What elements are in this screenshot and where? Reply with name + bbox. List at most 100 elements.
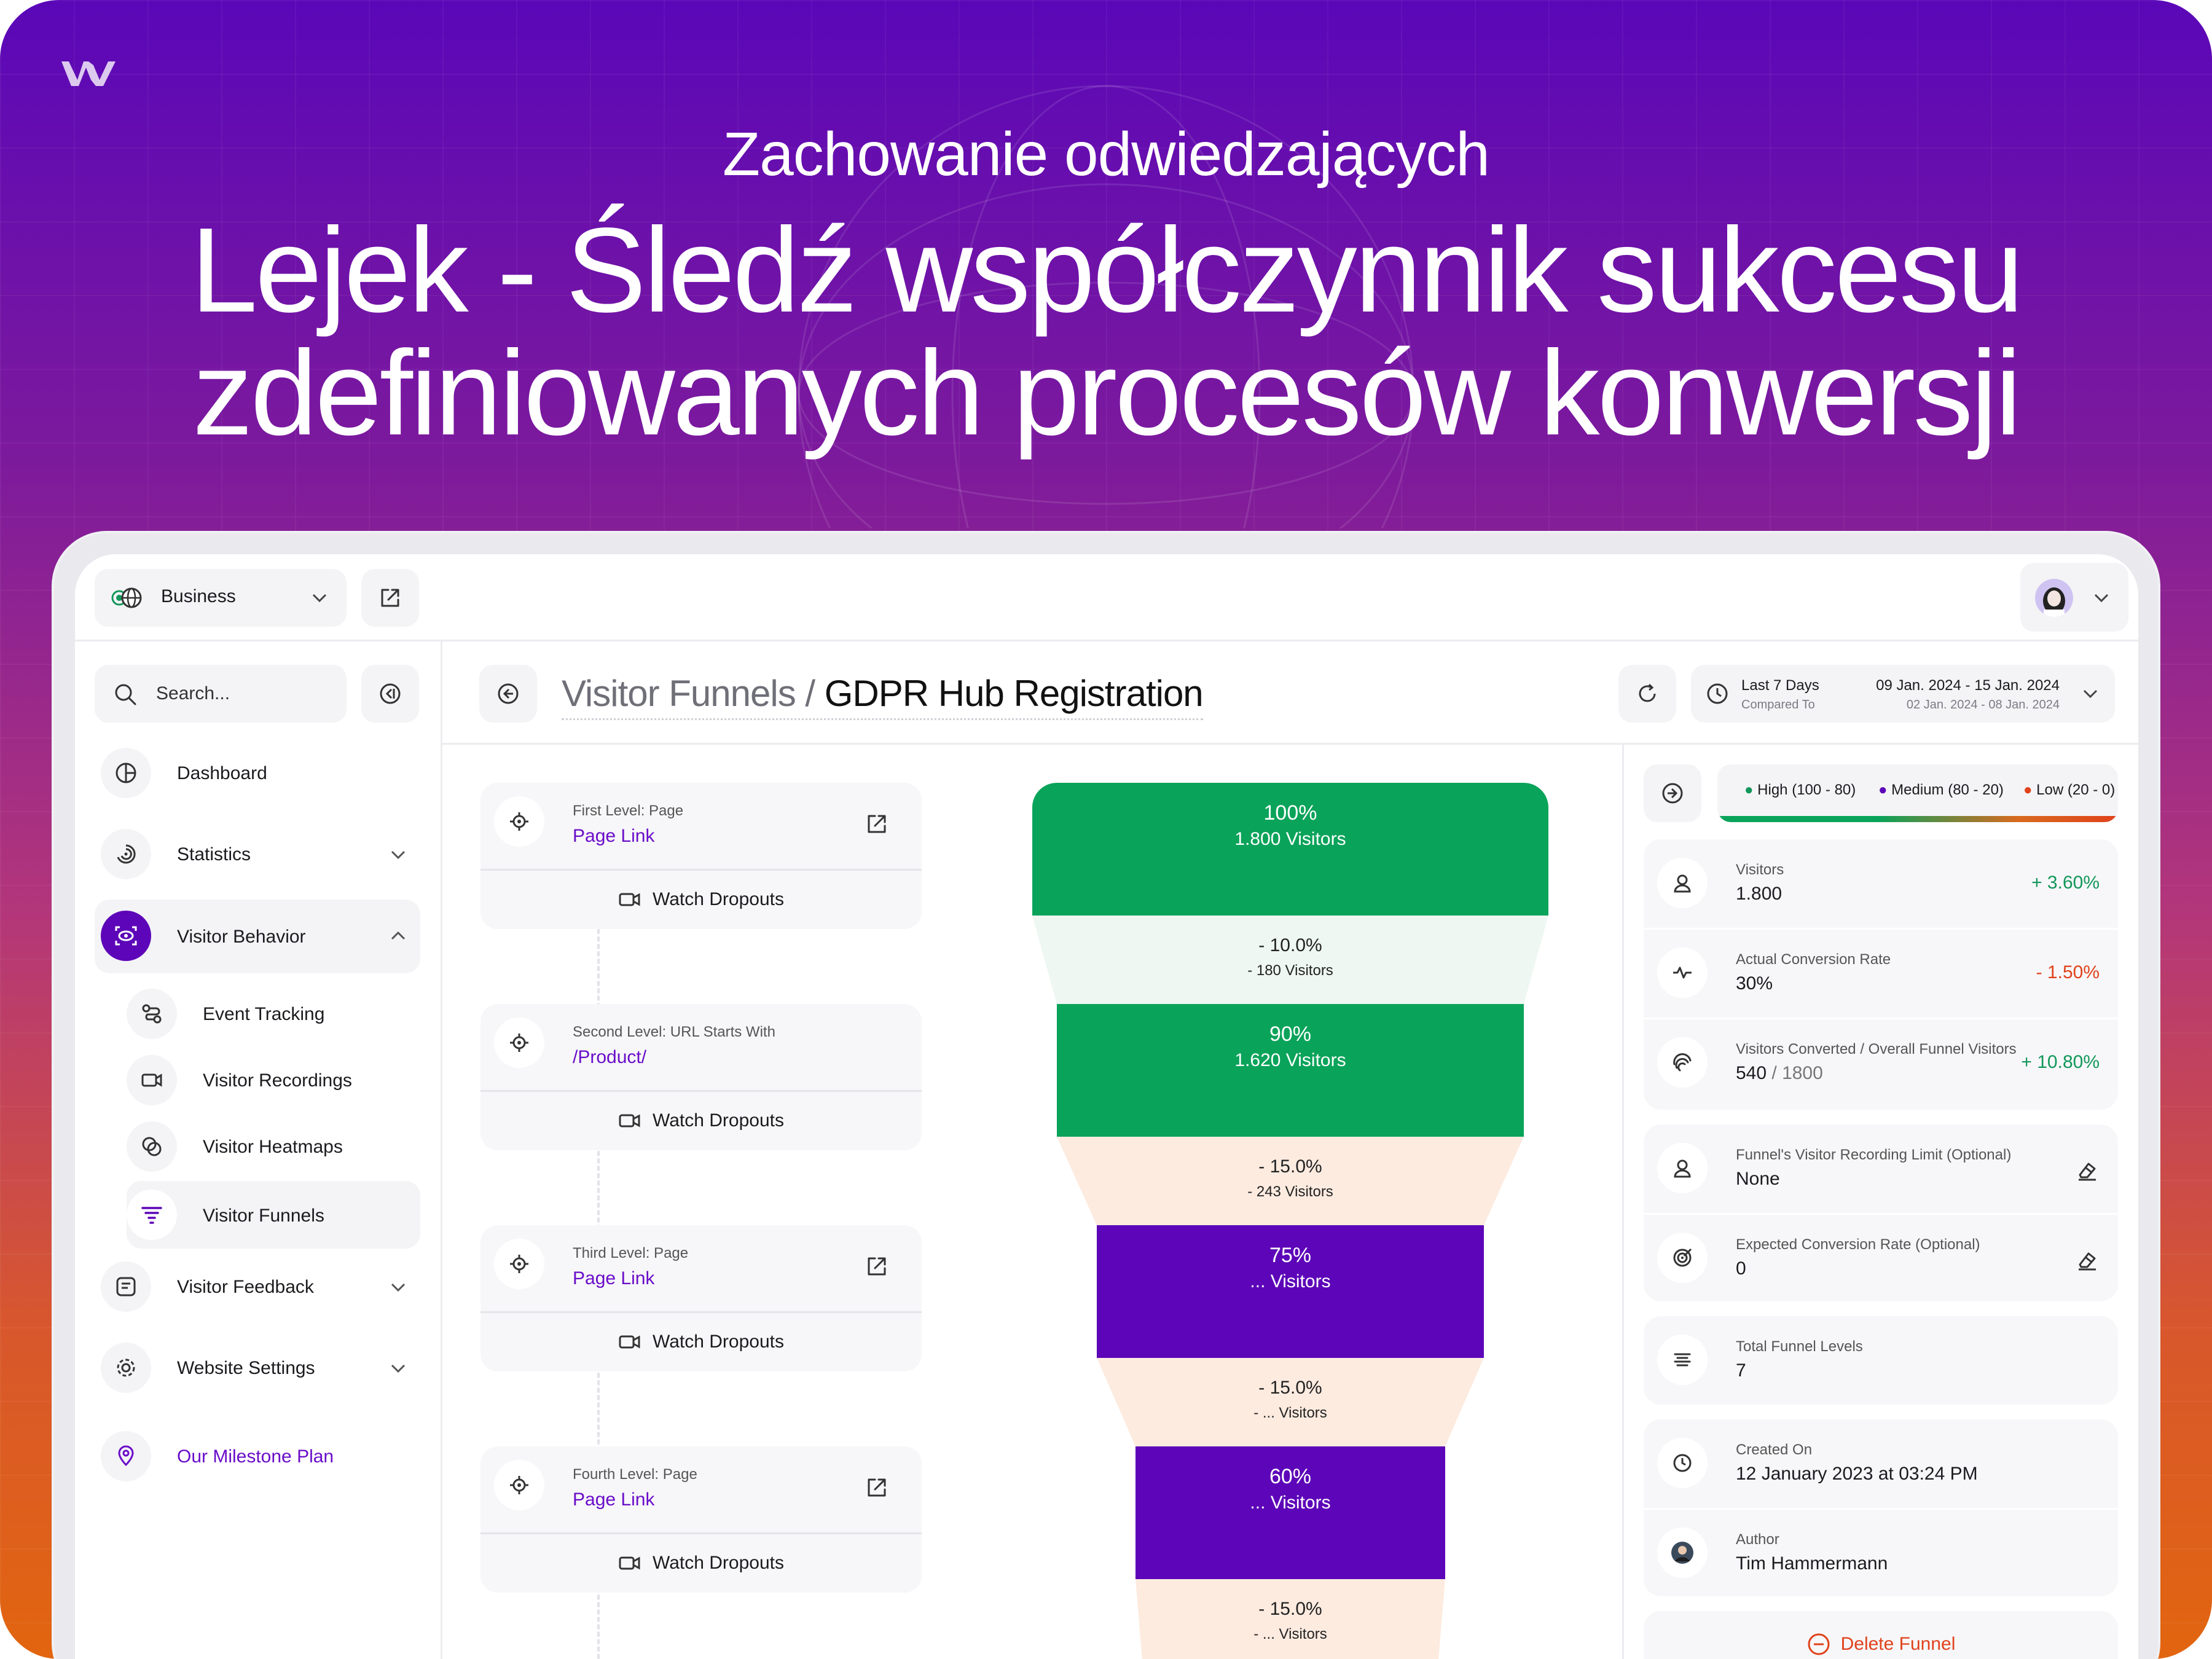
drop-visitors: - 180 Visitors	[1247, 962, 1333, 979]
workspace-selector[interactable]: Business	[95, 569, 347, 627]
watch-dropouts-button[interactable]: Watch Dropouts	[480, 870, 922, 929]
date-range-picker[interactable]: Last 7 Days Compared To 09 Jan. 2024 - 1…	[1691, 665, 2115, 723]
hero-title-line-2: zdefiniowanych procesów konwersji	[192, 326, 2022, 460]
funnel-stage-1-label: 100% 1.800 Visitors	[1008, 801, 1573, 850]
funnel-levels: First Level: Page Page Link Watch Dropou…	[442, 745, 1008, 1659]
sidebar-item-visitor-recordings[interactable]: Visitor Recordings	[127, 1049, 420, 1111]
search-box[interactable]: Search...	[95, 665, 347, 723]
sidebar: Search... Dashboard Statistics Visitor B…	[75, 641, 442, 1659]
stat-value: 30%	[1736, 973, 1773, 994]
level-value-link[interactable]: Page Link	[573, 1268, 654, 1289]
external-link-icon[interactable]	[865, 812, 888, 836]
funnel-stage-1-base	[1032, 885, 1548, 916]
range-value: 09 Jan. 2024 - 15 Jan. 2024	[1876, 677, 2060, 694]
external-link-icon[interactable]	[865, 1476, 888, 1499]
clock-icon	[1657, 1438, 1708, 1488]
collapse-icon	[380, 683, 401, 704]
sidebar-item-milestone-plan[interactable]: Our Milestone Plan	[95, 1426, 420, 1487]
breadcrumb-parent[interactable]: Visitor Funnels	[562, 673, 796, 714]
sidebar-item-label: Visitor Heatmaps	[203, 1137, 343, 1157]
breadcrumb-separator: /	[805, 673, 815, 714]
level-type: First Level: Page	[573, 802, 684, 819]
content-header: Visitor Funnels / GDPR Hub Registration …	[442, 641, 2138, 745]
sidebar-item-label: Event Tracking	[203, 1004, 325, 1024]
minus-circle-icon	[1808, 1633, 1830, 1655]
dot-icon: ●	[1878, 782, 1892, 798]
sidebar-item-visitor-funnels[interactable]: Visitor Funnels	[127, 1181, 420, 1249]
watch-dropouts-label: Watch Dropouts	[653, 889, 784, 909]
chevron-down-icon	[312, 594, 327, 603]
refresh-button[interactable]	[1618, 665, 1676, 723]
external-link-icon[interactable]	[865, 1255, 888, 1278]
author-avatar	[1657, 1528, 1708, 1578]
chevron-down-icon	[391, 1283, 406, 1292]
search-input[interactable]: Search...	[156, 683, 230, 704]
collapse-sidebar-button[interactable]	[361, 665, 419, 723]
back-button[interactable]	[479, 665, 537, 723]
total-levels-card: Total Funnel Levels 7	[1644, 1316, 2118, 1405]
target-icon	[494, 1460, 544, 1510]
funnel-stage-2-label: 90% 1.620 Visitors	[1008, 1022, 1573, 1071]
funnel-chart: 100% 1.800 Visitors - 10.0% - 180 Visito…	[1008, 745, 1573, 1659]
main-content: Visitor Funnels / GDPR Hub Registration …	[442, 641, 2138, 1659]
sidebar-item-label: Visitor Recordings	[203, 1070, 352, 1091]
level-type: Fourth Level: Page	[573, 1466, 697, 1483]
level-value-link[interactable]: Page Link	[573, 1489, 654, 1510]
card-divider	[1644, 1213, 2118, 1215]
brand-logo	[61, 61, 116, 86]
target-icon	[494, 796, 544, 847]
chevron-down-icon	[2094, 594, 2109, 603]
sidebar-item-event-tracking[interactable]: Event Tracking	[127, 983, 420, 1045]
info-label: Author	[1736, 1531, 1779, 1548]
sidebar-item-visitor-heatmaps[interactable]: Visitor Heatmaps	[127, 1116, 420, 1177]
drop-percent: - 15.0%	[1258, 1156, 1322, 1177]
drop-visitors: - 243 Visitors	[1247, 1183, 1333, 1200]
setting-value: None	[1736, 1169, 1780, 1189]
level-type: Second Level: URL Starts With	[573, 1024, 775, 1040]
compare-value: 02 Jan. 2024 - 08 Jan. 2024	[1906, 698, 2060, 712]
stage-percent: 100%	[1263, 801, 1317, 825]
sidebar-item-website-settings[interactable]: Website Settings	[95, 1337, 420, 1398]
sidebar-item-dashboard[interactable]: Dashboard	[95, 742, 420, 804]
setting-label: Expected Conversion Rate (Optional)	[1736, 1236, 1980, 1253]
arrow-right-circle-icon	[1662, 783, 1683, 804]
drop-percent: - 10.0%	[1258, 935, 1322, 955]
watch-dropouts-button[interactable]: Watch Dropouts	[480, 1091, 922, 1150]
delete-funnel-content: Delete Funnel	[1644, 1632, 2118, 1657]
eraser-edit-icon[interactable]	[2075, 1249, 2100, 1273]
sidebar-item-statistics[interactable]: Statistics	[95, 823, 420, 885]
workspace-label: Business	[161, 586, 236, 606]
stage-visitors: ... Visitors	[1250, 1492, 1331, 1513]
chevron-down-icon	[391, 1364, 406, 1373]
info-value: Tim Hammermann	[1736, 1553, 1888, 1574]
breadcrumb-current: GDPR Hub Registration	[824, 673, 1204, 714]
level-value-link[interactable]: Page Link	[573, 826, 654, 847]
watch-dropouts-button[interactable]: Watch Dropouts	[480, 1312, 922, 1371]
watch-dropouts-button[interactable]: Watch Dropouts	[480, 1534, 922, 1593]
eraser-edit-icon[interactable]	[2075, 1159, 2100, 1183]
sidebar-item-label: Visitor Funnels	[203, 1206, 324, 1226]
drop-visitors: - ... Visitors	[1253, 1405, 1327, 1421]
arrow-left-icon	[498, 683, 519, 704]
user-menu[interactable]	[2020, 563, 2128, 632]
legend-low-label: Low (20 - 0)	[2036, 782, 2116, 798]
info-label: Created On	[1736, 1441, 1813, 1458]
watch-dropouts-label: Watch Dropouts	[653, 1110, 784, 1131]
chevron-down-icon	[391, 850, 406, 860]
meta-card: Created On 12 January 2023 at 03:24 PM A…	[1644, 1419, 2118, 1596]
stage-percent: 60%	[1269, 1465, 1312, 1488]
dot-icon: ●	[2023, 782, 2037, 798]
card-divider	[1644, 1508, 2118, 1510]
setting-value: 0	[1736, 1258, 1746, 1279]
delete-funnel-button[interactable]: Delete Funnel	[1644, 1611, 2118, 1659]
panel-toggle-button[interactable]	[1644, 764, 1701, 822]
clock-icon	[1707, 683, 1728, 704]
avatar-face-icon	[2043, 587, 2065, 617]
level-value-link[interactable]: /Product/	[573, 1047, 646, 1068]
range-label: Last 7 Days	[1741, 677, 1819, 694]
sidebar-item-visitor-feedback[interactable]: Visitor Feedback	[95, 1256, 420, 1317]
funnel-drop-2-label: - 15.0% - 243 Visitors	[1008, 1156, 1573, 1201]
video-camera-icon	[619, 893, 640, 906]
sidebar-item-visitor-behavior[interactable]: Visitor Behavior	[95, 900, 420, 973]
open-site-button[interactable]	[361, 569, 419, 627]
